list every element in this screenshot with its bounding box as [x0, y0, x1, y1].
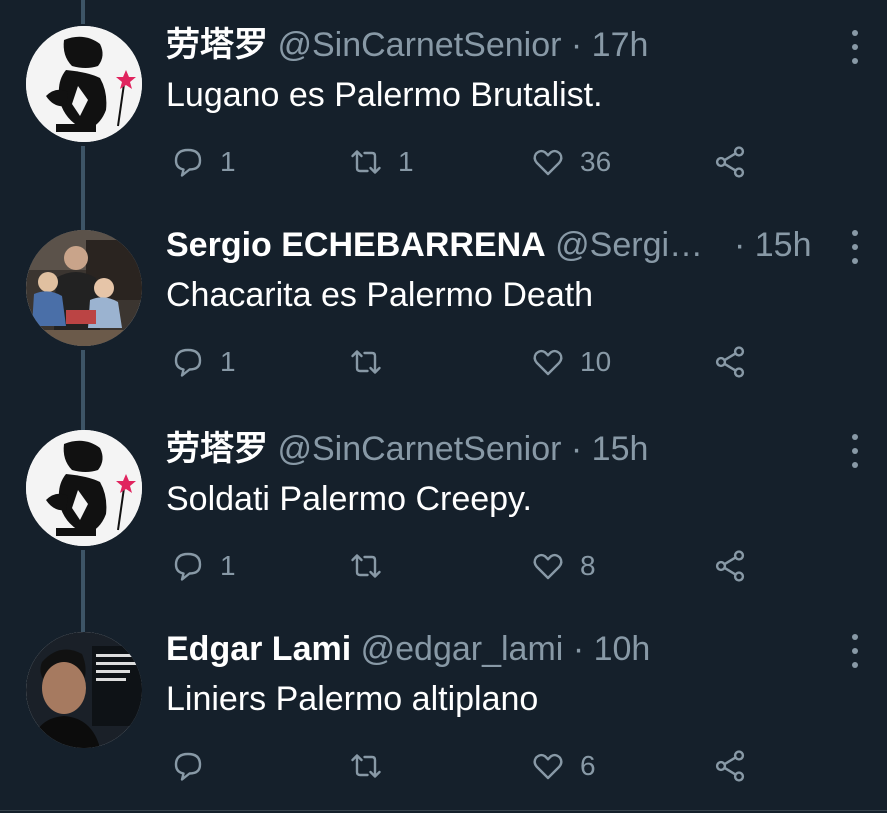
- author-name[interactable]: 劳塔罗: [166, 430, 268, 468]
- tweet-text: Lugano es Palermo Brutalist.: [166, 76, 603, 114]
- tweet-header: 劳塔罗 @SinCarnetSenior · 17h: [166, 24, 827, 66]
- avatar[interactable]: [26, 26, 142, 142]
- tweet-actions: 6: [166, 746, 766, 786]
- portrait-avatar: [26, 632, 142, 748]
- share-icon: [715, 146, 745, 178]
- share-icon: [715, 550, 745, 582]
- retweet-button[interactable]: 1: [348, 142, 414, 182]
- retweet-button[interactable]: [348, 746, 398, 786]
- retweet-icon: [351, 554, 381, 578]
- like-button[interactable]: 36: [530, 142, 611, 182]
- avatar[interactable]: [26, 430, 142, 546]
- tweet[interactable]: 劳塔罗 @SinCarnetSenior · 17h Lugano es Pal…: [0, 24, 887, 204]
- share-button[interactable]: [712, 342, 748, 382]
- tweet-header: 劳塔罗 @SinCarnetSenior · 15h: [166, 428, 827, 470]
- like-button[interactable]: 8: [530, 546, 596, 586]
- author-name[interactable]: Sergio ECHEBARRENA: [166, 226, 546, 264]
- author-name[interactable]: Edgar Lami: [166, 630, 351, 668]
- reply-icon: [174, 148, 202, 177]
- retweet-icon: [351, 754, 381, 778]
- reply-count: 1: [220, 346, 236, 377]
- more-options-icon[interactable]: [849, 230, 861, 264]
- share-button[interactable]: [712, 546, 748, 586]
- reply-icon: [174, 552, 202, 581]
- tweet-time[interactable]: · 17h: [571, 26, 649, 64]
- tweet[interactable]: 劳塔罗 @SinCarnetSenior · 15h Soldati Paler…: [0, 428, 887, 608]
- like-count: 8: [580, 550, 596, 581]
- reply-button[interactable]: 1: [170, 546, 236, 586]
- reply-count: 1: [220, 550, 236, 581]
- tweet-header: Edgar Lami @edgar_lami · 10h: [166, 628, 827, 670]
- tweet-text: Liniers Palermo altiplano: [166, 680, 539, 718]
- retweet-icon: [351, 150, 381, 174]
- reply-button[interactable]: 1: [170, 342, 236, 382]
- thread-line: [81, 0, 85, 24]
- share-button[interactable]: [712, 746, 748, 786]
- like-button[interactable]: 10: [530, 342, 611, 382]
- tweet-header: Sergio ECHEBARRENA @Sergi…: [166, 224, 767, 266]
- family-photo-avatar: [26, 230, 142, 346]
- more-options-icon[interactable]: [849, 434, 861, 468]
- share-button[interactable]: [712, 142, 748, 182]
- retweet-button[interactable]: [348, 546, 398, 586]
- retweet-button[interactable]: [348, 342, 398, 382]
- tweet-text: Chacarita es Palermo Death: [166, 276, 594, 314]
- tweet-actions: 1 8: [166, 546, 766, 586]
- reply-count: 1: [220, 146, 236, 177]
- reply-button[interactable]: [170, 746, 220, 786]
- tweet-actions: 1 10: [166, 342, 766, 382]
- avatar[interactable]: [26, 632, 142, 748]
- tweet-time[interactable]: · 10h: [573, 630, 651, 668]
- heart-icon: [533, 553, 563, 580]
- like-count: 36: [580, 146, 612, 177]
- like-button[interactable]: 6: [530, 746, 596, 786]
- avatar[interactable]: [26, 230, 142, 346]
- more-options-icon[interactable]: [849, 30, 861, 64]
- author-handle[interactable]: @edgar_lami: [361, 630, 564, 668]
- share-icon: [715, 346, 745, 378]
- tweet-time[interactable]: · 15h: [734, 224, 812, 266]
- reply-icon: [174, 348, 202, 377]
- tweet-text: Soldati Palermo Creepy.: [166, 480, 532, 518]
- author-handle[interactable]: @Sergi…: [555, 226, 703, 264]
- author-handle[interactable]: @SinCarnetSenior: [277, 430, 561, 468]
- reply-button[interactable]: 1: [170, 142, 236, 182]
- share-icon: [715, 750, 745, 782]
- heart-icon: [533, 349, 563, 376]
- stencil-figure-avatar: [26, 26, 142, 142]
- tweet-time[interactable]: · 15h: [571, 430, 649, 468]
- tweet[interactable]: Sergio ECHEBARRENA @Sergi… · 15h Chacari…: [0, 224, 887, 404]
- like-count: 6: [580, 750, 596, 781]
- tweet-actions: 1 1 36: [166, 142, 766, 182]
- more-options-icon[interactable]: [849, 634, 861, 668]
- author-name[interactable]: 劳塔罗: [166, 26, 268, 64]
- heart-icon: [533, 753, 563, 780]
- tweet[interactable]: Edgar Lami @edgar_lami · 10h Liniers Pal…: [0, 628, 887, 813]
- retweet-icon: [351, 350, 381, 374]
- heart-icon: [533, 149, 563, 176]
- author-handle[interactable]: @SinCarnetSenior: [277, 26, 561, 64]
- retweet-count: 1: [398, 146, 414, 177]
- reply-icon: [174, 752, 202, 781]
- stencil-figure-avatar: [26, 430, 142, 546]
- like-count: 10: [580, 346, 612, 377]
- divider: [0, 810, 887, 811]
